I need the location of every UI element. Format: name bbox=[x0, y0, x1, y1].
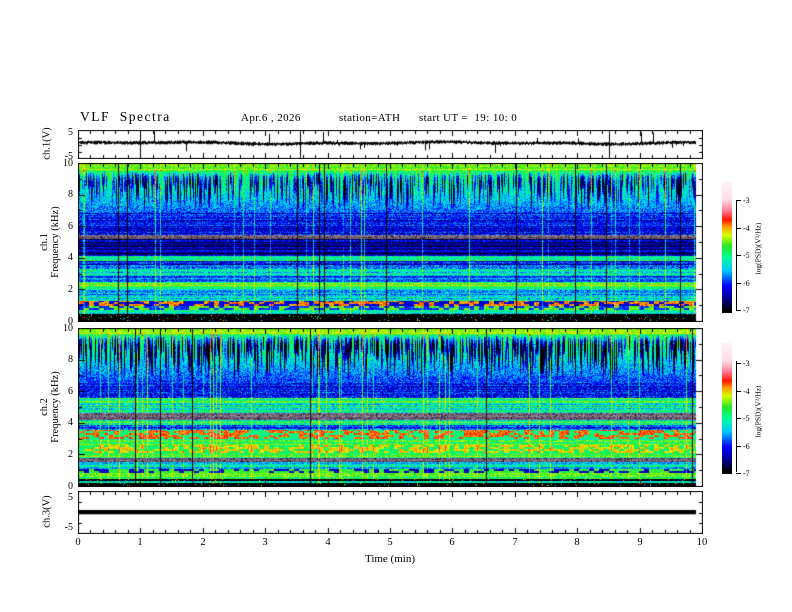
colorbar-tick bbox=[736, 255, 741, 256]
colorbar-gradient bbox=[722, 343, 732, 474]
colorbar-tick-label: -5 bbox=[743, 414, 750, 423]
ch2-spectrogram-plot bbox=[78, 328, 703, 487]
ch1-waveform-plot bbox=[78, 130, 703, 159]
colorbar-tick-label: -4 bbox=[743, 224, 750, 233]
y-tick-label: 2 bbox=[68, 284, 73, 295]
colorbar-axis bbox=[736, 361, 737, 472]
y-tick-label: 4 bbox=[68, 417, 73, 428]
vlf-spectra-figure: VLF Spectra Apr.6 , 2026 station=ATH sta… bbox=[0, 0, 792, 612]
colorbar-tick bbox=[736, 446, 741, 447]
colorbar-tick bbox=[736, 418, 741, 419]
colorbar-tick-label: -6 bbox=[743, 442, 750, 451]
figure-title: VLF Spectra bbox=[80, 109, 171, 124]
y-tick-label: 2 bbox=[68, 449, 73, 460]
y-tick-label: 10 bbox=[63, 158, 73, 169]
y-tick-label: 5 bbox=[68, 127, 73, 138]
y-tick-label: 6 bbox=[68, 221, 73, 232]
ch2-colorbar-label: log(PSD)(V²/Hz) bbox=[753, 385, 763, 438]
x-tick-label: 6 bbox=[449, 537, 455, 548]
colorbar-tick-label: -7 bbox=[743, 306, 750, 315]
figure-start-ut: start UT = 19: 10: 0 bbox=[419, 112, 518, 124]
x-axis-title: Time (min) bbox=[364, 553, 415, 565]
x-tick-label: 4 bbox=[325, 537, 331, 548]
colorbar-tick bbox=[736, 473, 741, 474]
y-tick-label: 0 bbox=[68, 481, 73, 492]
x-tick-label: 8 bbox=[574, 537, 580, 548]
x-tick-label: 5 bbox=[387, 537, 393, 548]
x-tick-label: 10 bbox=[696, 537, 708, 548]
colorbar-gradient bbox=[722, 182, 732, 313]
x-tick-label: 1 bbox=[137, 537, 143, 548]
figure-date: Apr.6 , 2026 bbox=[241, 112, 301, 124]
y-tick-label: 8 bbox=[68, 189, 73, 200]
x-tick-label: 2 bbox=[200, 537, 206, 548]
colorbar-tick-label: -4 bbox=[743, 387, 750, 396]
y-tick-label: 10 bbox=[63, 323, 73, 334]
x-tick-label: 0 bbox=[75, 537, 81, 548]
colorbar-tick bbox=[736, 283, 741, 284]
colorbar-tick-label: -5 bbox=[743, 251, 750, 260]
colorbar-tick bbox=[736, 363, 741, 364]
ch3-voltage-axis-label: ch.3(V) bbox=[41, 495, 53, 528]
ch1-spectrogram-plot bbox=[78, 163, 703, 322]
figure-station: station=ATH bbox=[339, 112, 401, 124]
y-tick-label: 6 bbox=[68, 386, 73, 397]
x-tick-label: 9 bbox=[637, 537, 643, 548]
colorbar-tick bbox=[736, 228, 741, 229]
colorbar-tick-label: -3 bbox=[743, 359, 750, 368]
colorbar-tick-label: -7 bbox=[743, 469, 750, 478]
y-tick-label: -5 bbox=[64, 522, 73, 533]
ch1-colorbar-label: log(PSD)(V²/Hz) bbox=[753, 222, 763, 275]
x-tick-label: 7 bbox=[512, 537, 518, 548]
colorbar-tick-label: -3 bbox=[743, 196, 750, 205]
y-tick-label: 8 bbox=[68, 354, 73, 365]
colorbar-tick bbox=[736, 200, 741, 201]
x-tick-label: 3 bbox=[262, 537, 268, 548]
y-tick-label: 5 bbox=[68, 492, 73, 503]
colorbar-tick-label: -6 bbox=[743, 279, 750, 288]
y-tick-label: 4 bbox=[68, 252, 73, 263]
colorbar-tick bbox=[736, 310, 741, 311]
ch3-waveform-plot bbox=[78, 491, 703, 534]
colorbar-tick bbox=[736, 391, 741, 392]
